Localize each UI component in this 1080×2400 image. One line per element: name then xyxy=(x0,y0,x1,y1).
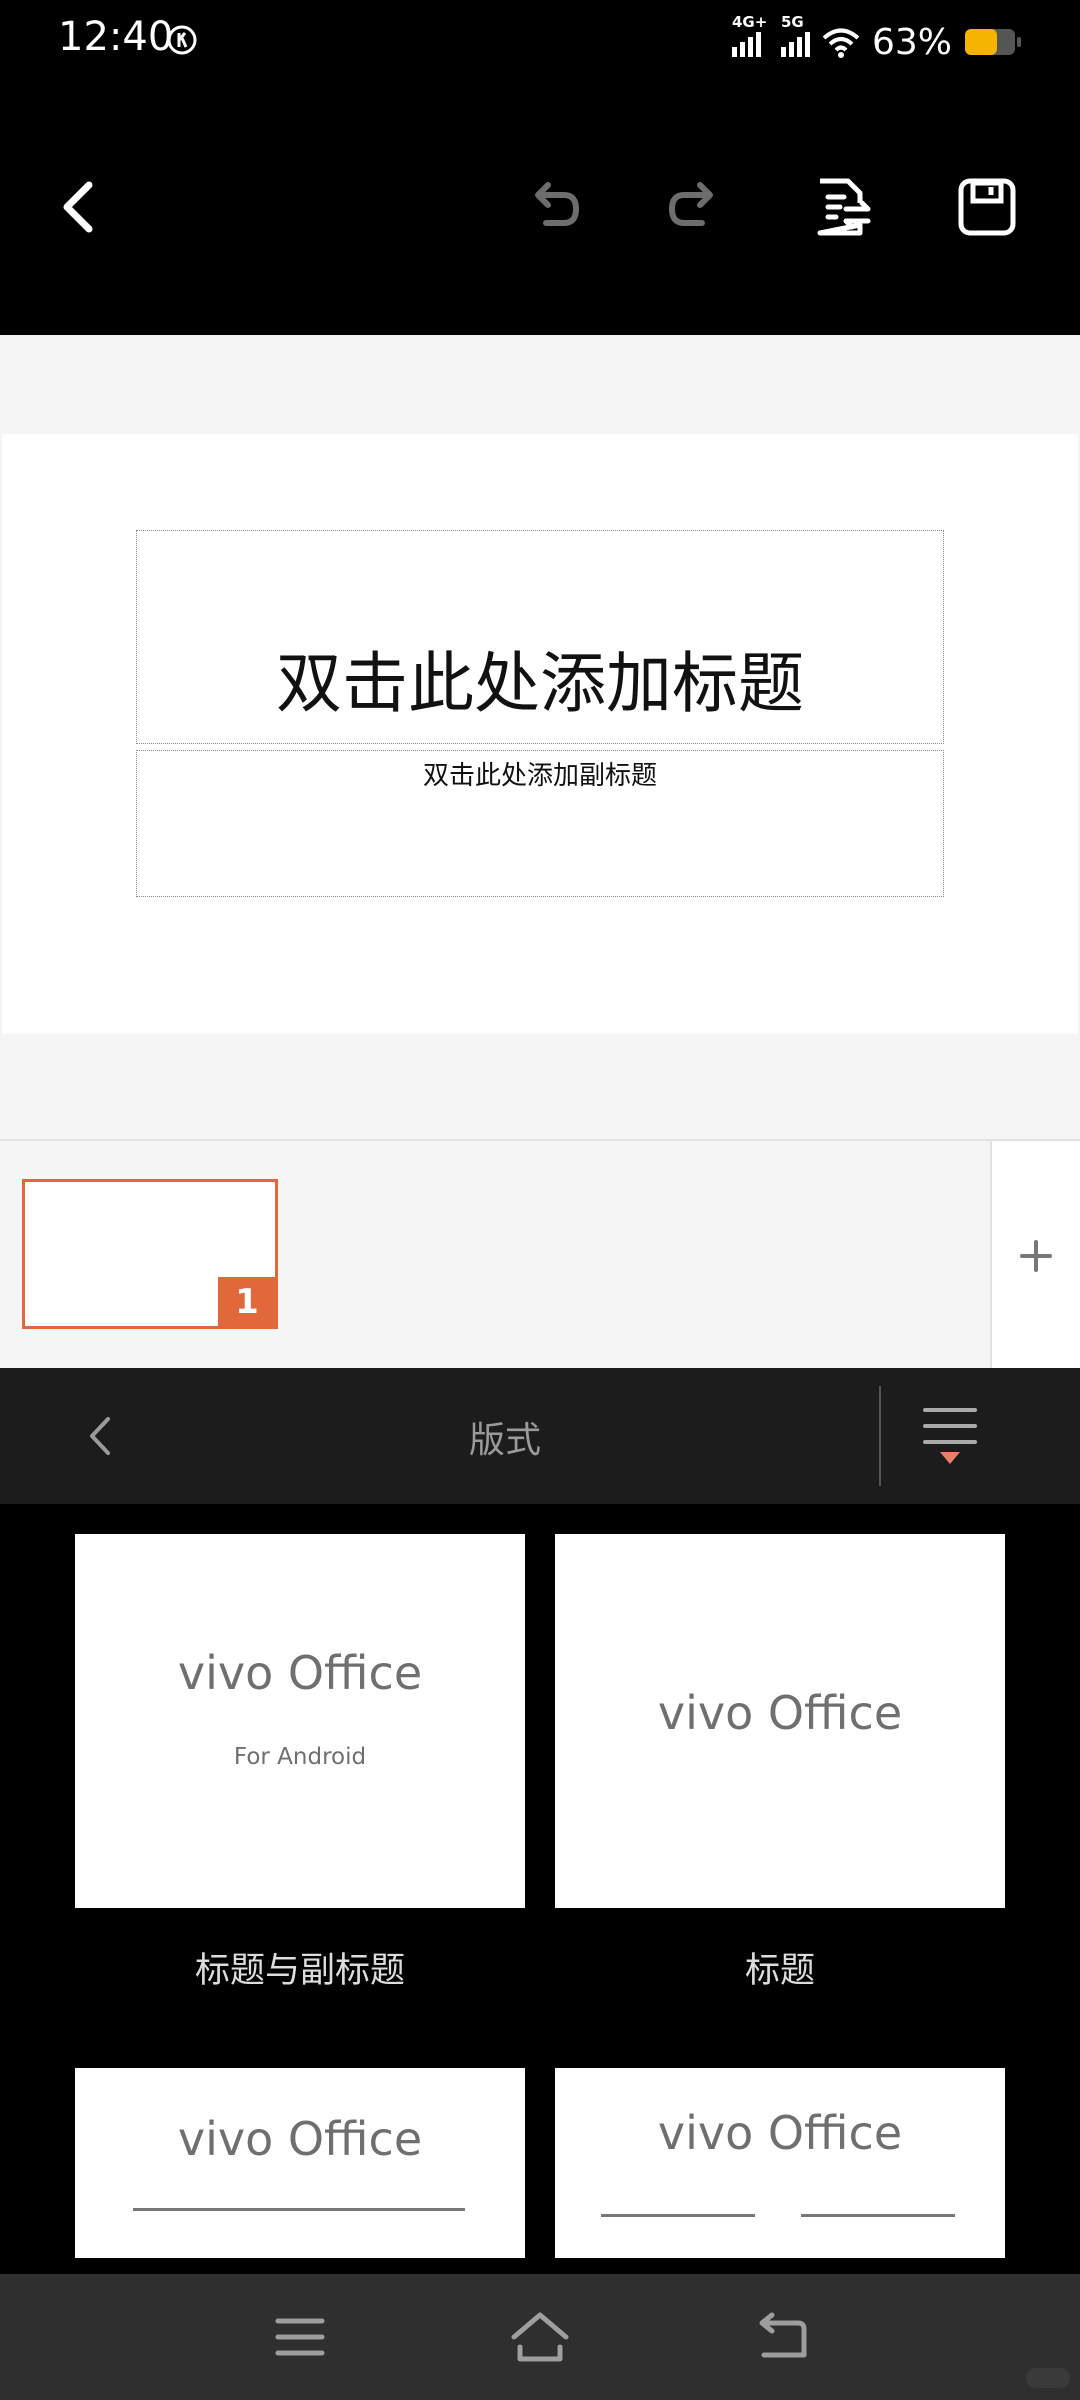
layout-preview-title: vivo Office xyxy=(177,1646,423,1700)
layout-preview-line xyxy=(133,2208,465,2211)
layout-preview-line-right xyxy=(801,2214,955,2217)
nav-back-button[interactable] xyxy=(740,2297,820,2377)
back-button[interactable] xyxy=(33,162,123,252)
notification-icon xyxy=(167,25,197,55)
slide-thumbnail-strip: 1 xyxy=(0,1139,1080,1370)
slide-subtitle-placeholder: 双击此处添加副标题 xyxy=(422,761,657,791)
layout-preview-subtitle: For Android xyxy=(233,1744,367,1770)
top-toolbar xyxy=(0,82,1080,335)
layout-panel-header: 版式 xyxy=(0,1368,1080,1504)
chevron-left-icon xyxy=(63,181,93,233)
slide-canvas-area[interactable]: 双击此处添加标题 双击此处添加副标题 xyxy=(0,335,1080,1139)
save-icon xyxy=(958,178,1016,236)
layout-option-title[interactable]: vivo Office xyxy=(555,1534,1005,1908)
document-convert-icon xyxy=(817,178,871,236)
save-button[interactable] xyxy=(942,162,1032,252)
undo-button[interactable] xyxy=(507,162,597,252)
slide[interactable]: 双击此处添加标题 双击此处添加副标题 xyxy=(2,434,1078,1034)
layout-option-title-content[interactable]: vivo Office xyxy=(75,2068,525,2258)
wifi-icon xyxy=(822,28,860,58)
redo-icon xyxy=(668,182,713,226)
panel-back-button[interactable] xyxy=(60,1396,140,1476)
panel-menu-button[interactable] xyxy=(910,1396,990,1476)
slide-title-placeholder: 双击此处添加标题 xyxy=(276,645,804,722)
subtitle-placeholder-box[interactable]: 双击此处添加副标题 xyxy=(136,750,944,897)
panel-divider xyxy=(879,1386,881,1486)
layout-option-two-content[interactable]: vivo Office xyxy=(555,2068,1005,2258)
layout-label: 标题与副标题 xyxy=(194,1951,405,1991)
layout-option-title-subtitle[interactable]: vivo Office For Android xyxy=(75,1534,525,1908)
redo-button[interactable] xyxy=(651,162,741,252)
layout-preview-line-left xyxy=(601,2214,755,2217)
list-collapse-icon xyxy=(923,1408,977,1464)
home-icon xyxy=(511,2312,569,2362)
system-nav-bar xyxy=(0,2274,1080,2400)
nav-menu-button[interactable] xyxy=(260,2297,340,2377)
battery-icon xyxy=(965,29,1021,55)
status-bar: 12:40 4G+ 5G 63% xyxy=(0,0,1080,82)
battery-percent: 63% xyxy=(871,21,952,63)
nav-home-button[interactable] xyxy=(500,2297,580,2377)
undo-icon xyxy=(535,182,580,226)
panel-title: 版式 xyxy=(468,1420,541,1461)
title-placeholder-box[interactable]: 双击此处添加标题 xyxy=(136,530,944,744)
layout-preview-title: vivo Office xyxy=(177,2112,423,2166)
export-button[interactable] xyxy=(797,162,887,252)
status-time: 12:40 xyxy=(58,14,174,60)
watermark-badge xyxy=(1026,2368,1070,2388)
slide-thumbnail[interactable]: 1 xyxy=(22,1179,278,1329)
signal-5g-icon: 5G xyxy=(780,13,810,57)
layout-preview-title: vivo Office xyxy=(657,1686,903,1740)
slide-number-badge: 1 xyxy=(218,1277,276,1327)
menu-icon xyxy=(275,2318,325,2356)
add-slide-button[interactable] xyxy=(990,1141,1080,1370)
chevron-left-icon xyxy=(90,1417,110,1455)
status-indicators: 4G+ 5G 63% xyxy=(731,13,1022,70)
back-icon xyxy=(759,2312,807,2358)
plus-icon xyxy=(1020,1239,1052,1272)
layout-preview-title: vivo Office xyxy=(657,2106,903,2160)
signal-4g-icon: 4G+ xyxy=(731,13,767,57)
layout-grid: vivo Office For Android 标题与副标题 vivo Offi… xyxy=(0,1504,1080,2274)
layout-label: 标题 xyxy=(744,1951,815,1991)
